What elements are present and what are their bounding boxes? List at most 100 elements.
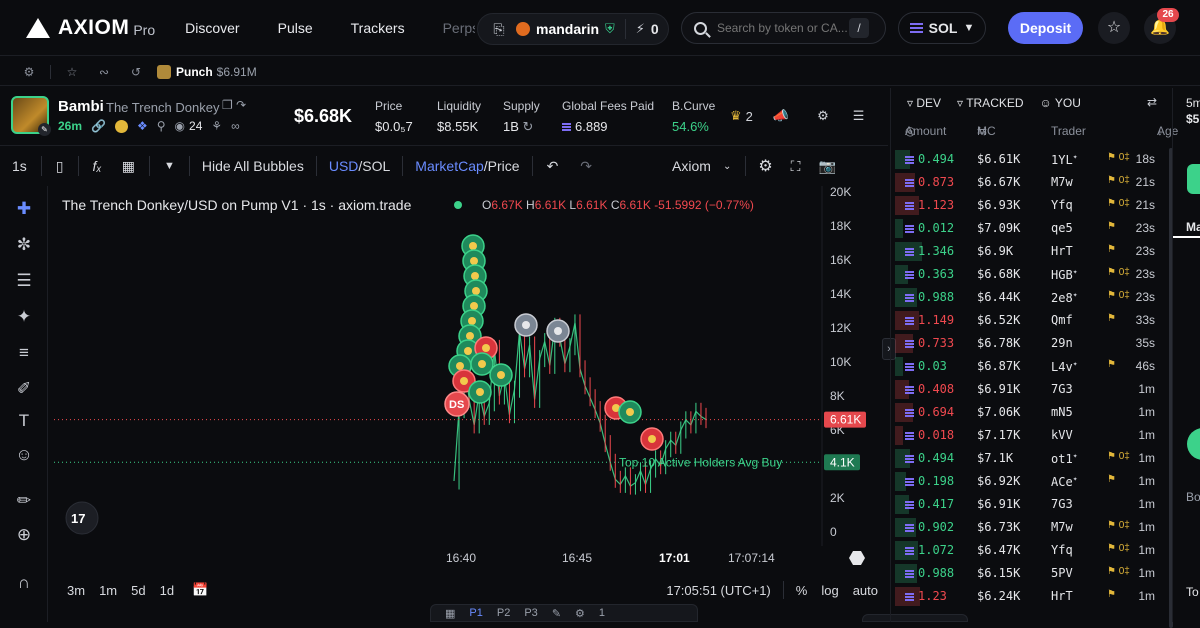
trade-row[interactable]: 0.694 $7.06K mN5 1m (891, 401, 1173, 424)
buy-button[interactable] (1187, 164, 1200, 194)
trade-row[interactable]: 1.346 $6.9K HrT ⚑ 23s (891, 240, 1173, 263)
trade-row[interactable]: 0.494 $6.61K 1YL✦ ⚑ 0‡ 18s (891, 148, 1173, 171)
settings-icon[interactable]: ⚙ (817, 108, 829, 124)
trade-row[interactable]: 0.198 $6.92K ACe✦ ⚑ 1m (891, 470, 1173, 493)
gear-icon[interactable]: ⚙ (575, 607, 585, 620)
trade-row[interactable]: 1.123 $6.93K Yfq ⚑ 0‡ 21s (891, 194, 1173, 217)
trade-trader[interactable]: 5PV (1051, 566, 1073, 580)
gear-icon[interactable]: ⚙ (22, 65, 36, 79)
trade-trader[interactable]: 29n (1051, 336, 1073, 350)
filter-settings-icon[interactable]: ⇄ (1147, 95, 1157, 109)
trade-trader[interactable]: qe5 (1051, 221, 1073, 235)
metric-toggle[interactable]: MarketCap/Price (415, 158, 519, 174)
magnet-icon[interactable]: ∩ (11, 570, 37, 596)
undo-icon[interactable]: ↶ (547, 158, 559, 175)
trade-trader[interactable]: HrT (1051, 589, 1073, 603)
pinned-token-name[interactable]: Punch (176, 65, 213, 79)
emoji-icon[interactable]: ☺ (11, 442, 37, 468)
calendar-icon[interactable]: 📅 (192, 582, 208, 598)
currency-toggle[interactable]: USD/SOL (329, 158, 390, 174)
trade-row[interactable]: 0.363 $6.68K HGB✦ ⚑ 0‡ 23s (891, 263, 1173, 286)
token-avatar[interactable]: ✎ (11, 96, 51, 136)
crosshair-icon[interactable]: ✚ (11, 196, 37, 222)
watchlist-star-button[interactable]: ☆ (1098, 12, 1130, 44)
link-icon[interactable]: 🔗 (91, 119, 106, 133)
trendline-icon[interactable]: ✼ (11, 232, 37, 258)
trade-trader[interactable]: M7w (1051, 175, 1073, 189)
trade-row[interactable]: 0.988 $6.44K 2e8✦ ⚑ 0‡ 23s (891, 286, 1173, 309)
nav-pulse[interactable]: Pulse (278, 20, 313, 36)
search-input[interactable] (717, 21, 849, 35)
user-pill[interactable]: ⎘ mandarin ⛨ ⚡ 0 (477, 13, 669, 45)
crown-icon[interactable]: ♛ (730, 108, 742, 124)
trade-trader[interactable]: Yfq (1051, 198, 1073, 212)
bug-icon[interactable]: ⚘ (211, 119, 222, 133)
trade-row[interactable]: 0.417 $6.91K 7G3 1m (891, 493, 1173, 516)
search-token-icon[interactable]: ⚲ (157, 119, 166, 133)
trade-row[interactable]: 1.23 $6.24K HrT ⚑ 1m (891, 585, 1173, 608)
search-bar[interactable]: / (681, 12, 886, 44)
trade-trader[interactable]: M7w (1051, 520, 1073, 534)
candles-icon[interactable]: ▯ (56, 158, 64, 175)
trade-row[interactable]: 0.873 $6.67K M7w ⚑ 0‡ 21s (891, 171, 1173, 194)
deposit-button[interactable]: Deposit (1008, 12, 1083, 44)
fib-icon[interactable]: ≡ (11, 340, 37, 366)
indicators-icon[interactable]: fₓ (93, 158, 102, 174)
text-tool-icon[interactable]: T (11, 408, 37, 434)
range-5d[interactable]: 5d (131, 583, 145, 598)
layout-grid-icon[interactable]: ▦ (122, 158, 135, 175)
trade-row[interactable]: 0.733 $6.78K 29n 35s (891, 332, 1173, 355)
percent-toggle[interactable]: % (796, 583, 808, 598)
copy-share-icons[interactable]: ❐ ↷ (222, 98, 246, 112)
tab-p1[interactable]: P1 (469, 607, 482, 619)
list-icon[interactable]: ☰ (853, 108, 865, 124)
log-toggle[interactable]: log (821, 583, 838, 598)
star-icon[interactable]: ☆ (65, 65, 79, 79)
fullscreen-icon[interactable]: ⛶ (791, 158, 801, 175)
axis-settings-icon[interactable] (849, 551, 865, 565)
trade-trader[interactable]: 2e8✦ (1051, 290, 1078, 305)
chart-settings-icon[interactable]: ⚙ (758, 156, 772, 176)
source-selector[interactable]: Axiom (672, 158, 711, 174)
tab-p2[interactable]: P2 (497, 607, 510, 619)
zoom-icon[interactable]: ⊕ (11, 522, 37, 548)
pattern-icon[interactable]: ✦ (11, 304, 37, 330)
brush-icon[interactable]: ✐ (11, 376, 37, 402)
trade-trader[interactable]: 7G3 (1051, 497, 1073, 511)
trade-row[interactable]: 0.012 $7.09K qe5 ⚑ 23s (891, 217, 1173, 240)
filter-you[interactable]: ☺ YOU (1040, 96, 1081, 110)
range-1d[interactable]: 1d (160, 583, 174, 598)
auto-toggle[interactable]: auto (853, 583, 878, 598)
panel-icon[interactable]: ▦ (445, 607, 455, 620)
trade-trader[interactable]: L4v✦ (1051, 359, 1078, 374)
chain-link-icon[interactable]: ∞ (231, 119, 240, 133)
camera-icon[interactable]: 📷 (818, 158, 835, 175)
feather-icon[interactable]: ❖ (137, 119, 148, 133)
trade-row[interactable]: 1.072 $6.47K Yfq ⚑ 0‡ 1m (891, 539, 1173, 562)
redo-icon[interactable]: ↷ (580, 158, 592, 175)
edit-icon[interactable]: ✎ (552, 607, 561, 620)
trade-trader[interactable]: Qmf (1051, 313, 1073, 327)
megaphone-icon[interactable]: 📣 (773, 108, 789, 124)
clipboard-icon[interactable]: ⎘ (486, 21, 512, 38)
nav-perps[interactable]: Perps (443, 20, 475, 36)
trade-row[interactable]: 0.902 $6.73K M7w ⚑ 0‡ 1m (891, 516, 1173, 539)
trade-trader[interactable]: 1YL✦ (1051, 152, 1078, 167)
chart-icon[interactable]: ∾ (97, 65, 111, 79)
trade-trader[interactable]: Yfq (1051, 543, 1073, 557)
history-icon[interactable]: ↺ (129, 65, 143, 79)
chain-selector[interactable]: SOL ▼ (898, 12, 986, 44)
chevron-down-icon[interactable]: ▼ (164, 160, 175, 172)
filter-tracked[interactable]: ▿ TRACKED (957, 96, 1023, 110)
trade-button[interactable] (1187, 428, 1200, 460)
filter-dev[interactable]: ▿ DEV (907, 96, 941, 110)
trade-row[interactable]: 0.494 $7.1K ot1✦ ⚑ 0‡ 1m (891, 447, 1173, 470)
horizontal-lines-icon[interactable]: ☰ (11, 268, 37, 294)
trade-trader[interactable]: kVV (1051, 428, 1073, 442)
trade-row[interactable]: 0.03 $6.87K L4v✦ ⚑ 46s (891, 355, 1173, 378)
trade-trader[interactable]: ACe✦ (1051, 474, 1078, 489)
trade-row[interactable]: 1.149 $6.52K Qmf ⚑ 33s (891, 309, 1173, 332)
tab-p3[interactable]: P3 (524, 607, 537, 619)
ruler-icon[interactable]: ✏ (11, 488, 37, 514)
interval-selector[interactable]: 1s (12, 158, 27, 174)
